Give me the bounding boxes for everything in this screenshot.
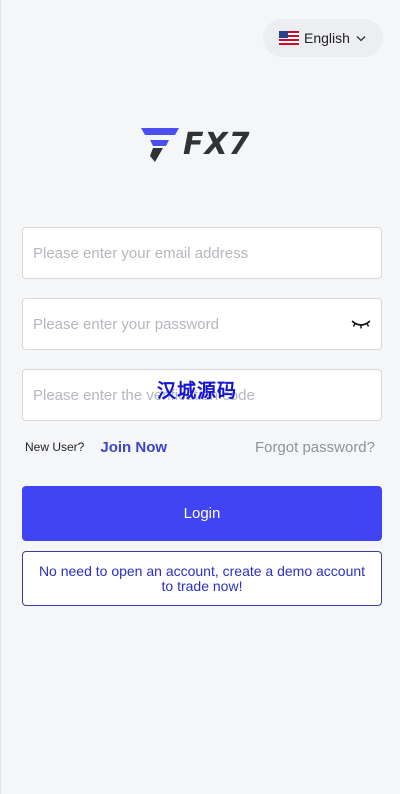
language-label: English (304, 30, 350, 46)
email-field[interactable] (22, 227, 382, 279)
login-button[interactable]: Login (22, 486, 382, 541)
chevron-down-icon (356, 35, 366, 41)
join-now-link[interactable]: Join Now (100, 439, 167, 456)
email-input[interactable] (33, 228, 371, 278)
new-user-label: New User? (25, 440, 85, 454)
demo-account-button[interactable]: No need to open an account, create a dem… (22, 551, 382, 606)
verification-code-field[interactable] (22, 369, 382, 421)
brand-logo: FX7 (139, 124, 263, 164)
eye-closed-icon[interactable] (351, 318, 371, 330)
language-selector[interactable]: English (263, 19, 383, 57)
account-links-row: New User? Join Now Forgot password? (25, 436, 375, 458)
forgot-password-link[interactable]: Forgot password? (255, 439, 375, 456)
password-field[interactable] (22, 298, 382, 350)
verification-code-input[interactable] (33, 370, 371, 420)
brand-name: FX7 (183, 126, 251, 162)
password-input[interactable] (33, 299, 345, 349)
fx7-logo-mark-icon (141, 128, 179, 162)
us-flag-icon (279, 31, 299, 45)
